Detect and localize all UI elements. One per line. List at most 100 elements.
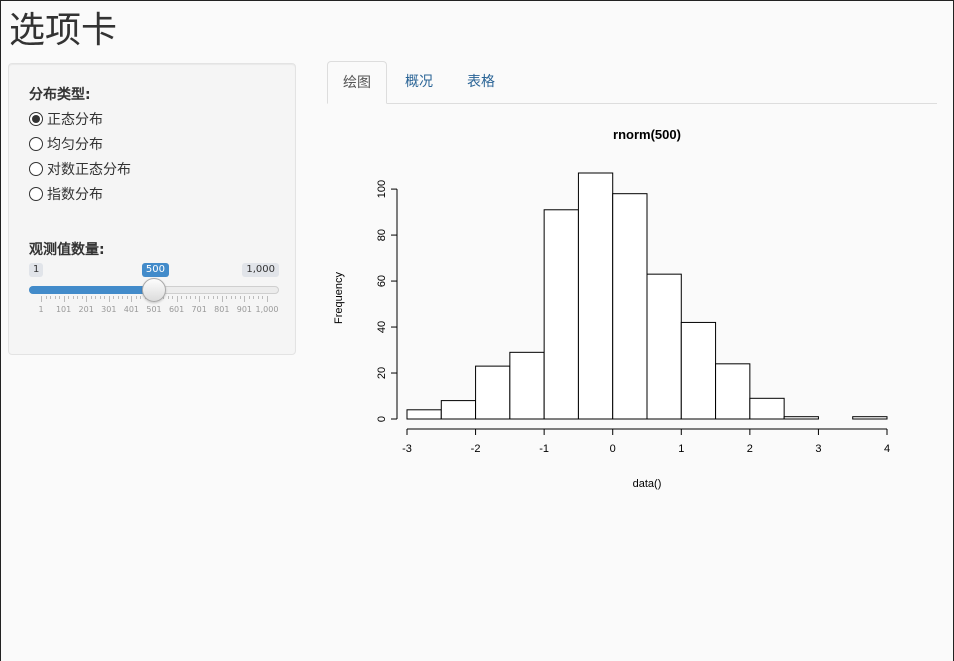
radio-unselected-icon[interactable] (29, 137, 43, 151)
y-axis-label: Frequency (333, 272, 345, 324)
sidebar-panel: 分布类型: 正态分布 均匀分布 对数正态分布 指数分布 观测值数量: 1 1,0… (8, 63, 296, 355)
slider-tick (68, 296, 70, 299)
histogram-bar (852, 416, 888, 420)
slider-tick (59, 296, 61, 299)
slider-tick (244, 296, 246, 302)
histogram-bar (440, 400, 477, 420)
slider-tick (45, 296, 47, 299)
x-tick-label: -3 (402, 443, 412, 455)
slider-handle[interactable] (141, 278, 166, 302)
slider-grid-label: 401 (123, 305, 140, 314)
slider-tick (77, 296, 79, 299)
x-axis: -3 -2 -1 0 1 2 3 4 (402, 428, 890, 455)
slider-tick (95, 296, 97, 299)
slider-grid-label: 801 (214, 305, 230, 314)
chart-title: rnorm(500) (613, 127, 681, 142)
slider-tick (131, 296, 133, 302)
slider-tick (86, 296, 88, 302)
slider-fill (29, 286, 154, 294)
y-tick-label: 20 (376, 367, 388, 379)
slider-grid-label: 101 (55, 305, 72, 314)
slider-tick (217, 296, 219, 299)
slider-tick (176, 296, 178, 302)
slider-tick (72, 296, 74, 299)
slider-grid-label: 701 (191, 305, 207, 314)
slider-tick (104, 296, 106, 299)
x-tick-label: -2 (471, 443, 481, 455)
slider-tick (50, 296, 52, 299)
slider-tick (230, 296, 232, 299)
radio-lognormal[interactable]: 对数正态分布 (29, 159, 131, 179)
histogram-bar (783, 416, 819, 420)
y-axis: 0 20 40 60 80 100 (376, 180, 398, 422)
slider-tick (235, 296, 237, 299)
histogram-chart: rnorm(500) data() Frequency -3 -2 -1 0 1 2 3 4 … (333, 127, 890, 490)
slider-tick (248, 296, 250, 299)
radio-label: 均匀分布 (47, 137, 103, 153)
radio-label: 正态分布 (47, 112, 103, 128)
slider-tick (54, 296, 56, 299)
observations-slider[interactable]: 1 1,000 500 1 101 201 301 401 501 601 701 801 901… (29, 260, 279, 320)
x-tick-label: 4 (884, 443, 890, 455)
slider-tick (203, 296, 205, 299)
slider-value-label: 500 (141, 263, 169, 277)
slider-grid-label: 301 (101, 305, 117, 314)
histogram-bar (612, 193, 648, 420)
x-tick-label: 2 (747, 443, 753, 455)
histogram-bar (509, 351, 545, 420)
slider-max-label: 1,000 (242, 263, 279, 277)
slider-grid-label: 501 (146, 305, 162, 314)
histogram-bar (646, 273, 682, 420)
slider-tick (113, 296, 115, 299)
slider-tick (122, 296, 124, 299)
x-tick-label: 3 (815, 443, 821, 455)
slider-tick (226, 296, 228, 299)
radio-exponential[interactable]: 指数分布 (29, 184, 103, 204)
page-title: 选项卡 (9, 10, 118, 51)
x-tick-label: 0 (610, 443, 616, 455)
histogram-bar (577, 172, 614, 420)
histogram-bar (715, 363, 751, 420)
y-tick-label: 100 (376, 180, 388, 198)
tab-summary[interactable]: 概况 (390, 61, 448, 103)
slider-tick (41, 296, 42, 302)
x-tick-label: 1 (678, 443, 684, 455)
slider-tick (140, 296, 142, 299)
slider-tick (267, 296, 268, 302)
y-tick-label: 0 (376, 416, 388, 422)
tab-bar: 绘图 概况 表格 (327, 61, 937, 104)
slider-min-label: 1 (29, 263, 44, 277)
slider-tick (185, 296, 187, 299)
radio-label: 指数分布 (47, 187, 103, 203)
slider-tick (257, 296, 259, 299)
slider-tick (63, 296, 65, 302)
histogram-bar (749, 397, 785, 420)
slider-tick (99, 296, 101, 299)
histogram-bar (543, 209, 579, 420)
radio-selected-icon[interactable] (29, 112, 43, 126)
slider-grid-label: 901 (236, 305, 253, 314)
slider-tick (194, 296, 196, 299)
histogram-bars (406, 172, 888, 420)
histogram-bar (406, 409, 442, 420)
radio-normal[interactable]: 正态分布 (29, 109, 103, 129)
slider-tick (167, 296, 169, 299)
tab-table[interactable]: 表格 (452, 61, 510, 103)
radio-uniform[interactable]: 均匀分布 (29, 134, 103, 154)
distribution-type-label: 分布类型: (29, 87, 91, 103)
radio-unselected-icon[interactable] (29, 162, 43, 176)
x-tick-label: -1 (539, 443, 549, 455)
tab-plot[interactable]: 绘图 (327, 61, 387, 104)
slider-grid-label: 201 (78, 305, 94, 314)
slider-tick (239, 296, 241, 299)
y-tick-label: 60 (376, 275, 388, 287)
slider-tick (253, 296, 255, 299)
slider-tick (108, 296, 110, 302)
slider-tick (135, 296, 137, 299)
x-axis-label: data() (633, 478, 662, 490)
slider-tick (181, 296, 183, 299)
radio-unselected-icon[interactable] (29, 187, 43, 201)
slider-tick (208, 296, 210, 299)
slider-tick (81, 296, 83, 299)
slider-tick (126, 296, 128, 299)
